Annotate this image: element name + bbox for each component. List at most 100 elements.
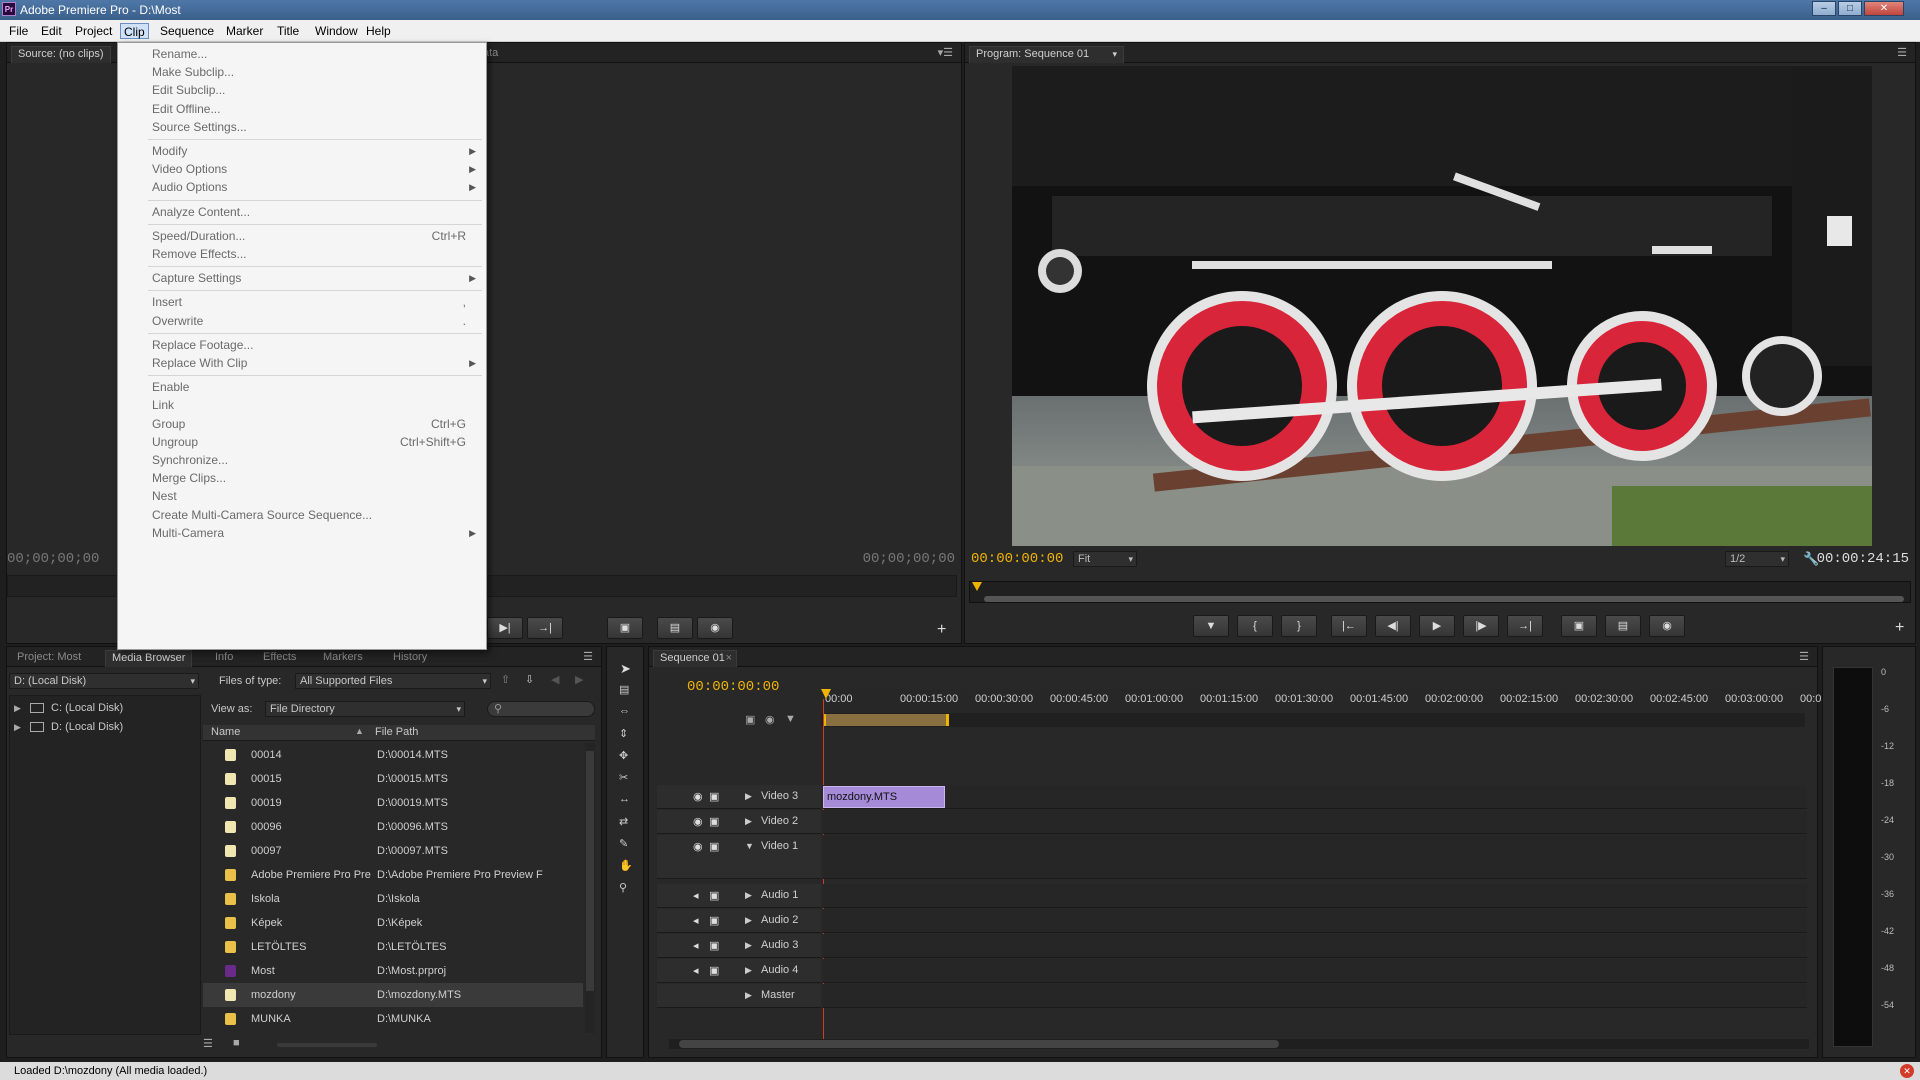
slide-tool-icon[interactable]: ⇄ [619, 815, 628, 828]
tab-info[interactable]: Info [209, 650, 239, 667]
track-lane[interactable] [823, 884, 1807, 908]
track-header-audio-3[interactable]: ◂ ▣ ▶ Audio 3 [657, 934, 821, 958]
source-timecode-in[interactable]: 00;00;00;00 [7, 551, 99, 567]
sync-lock-icon[interactable]: ▣ [709, 840, 719, 853]
resolution-select[interactable]: 1/2 ▾ [1725, 551, 1789, 567]
forward-icon[interactable]: ▶ [575, 673, 583, 686]
overwrite-button[interactable]: ▤ [657, 617, 693, 639]
menu-item-replace-with-clip[interactable]: Replace With Clip ▶ [118, 354, 486, 372]
tab-program[interactable]: Program: Sequence 01 ▾ [969, 46, 1124, 63]
pen-tool-icon[interactable]: ✎ [619, 837, 628, 850]
track-lane[interactable] [823, 934, 1807, 958]
track-lane[interactable] [823, 909, 1807, 933]
error-icon[interactable]: ✕ [1900, 1064, 1914, 1078]
menu-title[interactable]: Title [274, 23, 302, 39]
table-row[interactable]: Képek D:\Képek [203, 911, 583, 935]
search-input[interactable]: ⚲ [487, 701, 595, 717]
menu-item-nest[interactable]: Nest [118, 487, 486, 505]
speaker-icon[interactable]: ◂ [693, 914, 699, 927]
table-row[interactable]: Most D:\Most.prproj [203, 959, 583, 983]
timeline-hscroll[interactable] [669, 1039, 1809, 1049]
step-forward-button[interactable]: ▶| [487, 617, 523, 639]
zoom-tool-icon[interactable]: ⚲ [619, 881, 627, 894]
column-header-file-path[interactable]: File Path [375, 726, 418, 738]
track-lane[interactable] [823, 959, 1807, 983]
track-header-audio-2[interactable]: ◂ ▣ ▶ Audio 2 [657, 909, 821, 933]
tab-history[interactable]: History [387, 650, 433, 667]
go-to-in-button[interactable]: |← [1331, 615, 1367, 637]
menu-item-audio-options[interactable]: Audio Options ▶ [118, 178, 486, 196]
menu-help[interactable]: Help [363, 23, 394, 39]
rolling-edit-tool-icon[interactable]: ⇕ [619, 727, 628, 740]
play-button[interactable]: ▶ [1419, 615, 1455, 637]
files-of-type-select[interactable]: All Supported Files ▾ [295, 673, 491, 689]
menu-item-capture-settings[interactable]: Capture Settings ▶ [118, 269, 486, 287]
thumbnail-size-slider[interactable] [277, 1043, 377, 1047]
time-ruler[interactable]: 00:00 00:00:15:00 00:00:30:00 00:00:45:00 00… [821, 689, 1837, 711]
sync-lock-icon[interactable]: ▣ [709, 790, 719, 803]
speaker-icon[interactable]: ◂ [693, 889, 699, 902]
expand-icon[interactable]: ▼ [745, 841, 754, 851]
slip-tool-icon[interactable]: ↔ [619, 793, 630, 805]
menu-item-create-multi-camera-source-sequence[interactable]: Create Multi-Camera Source Sequence... [118, 506, 486, 524]
sync-lock-icon[interactable]: ▣ [709, 815, 719, 828]
maximize-icon[interactable]: □ [1838, 1, 1862, 16]
table-row[interactable]: 00097 D:\00097.MTS [203, 839, 583, 863]
menu-item-insert[interactable]: Insert, [118, 293, 486, 311]
menu-item-edit-offline[interactable]: Edit Offline... [118, 100, 486, 118]
mark-out-button[interactable]: } [1281, 615, 1317, 637]
track-lane[interactable] [823, 835, 1807, 879]
expand-icon[interactable]: ▶ [14, 722, 21, 732]
table-row[interactable]: 00014 D:\00014.MTS [203, 743, 583, 767]
menu-item-merge-clips[interactable]: Merge Clips... [118, 469, 486, 487]
expand-icon[interactable]: ▶ [745, 890, 752, 901]
keyframe-icon[interactable]: ◉ [765, 713, 775, 726]
expand-icon[interactable]: ▶ [14, 703, 21, 713]
export-frame-button[interactable]: ◉ [1649, 615, 1685, 637]
menu-item-remove-effects[interactable]: Remove Effects... [118, 245, 486, 263]
expand-icon[interactable]: ▶ [745, 965, 752, 976]
list-view-icon[interactable]: ☰ [203, 1037, 213, 1050]
sync-lock-icon[interactable]: ▣ [709, 889, 719, 902]
close-icon[interactable]: ✕ [1864, 1, 1904, 16]
table-row[interactable]: 00019 D:\00019.MTS [203, 791, 583, 815]
table-row[interactable]: mozdony D:\mozdony.MTS [203, 983, 583, 1007]
icon-view-icon[interactable]: ■ [233, 1037, 240, 1049]
menu-item-analyze-content[interactable]: Analyze Content... [118, 203, 486, 221]
panel-menu-icon[interactable]: ☰ [1897, 46, 1907, 59]
step-forward-button[interactable]: |▶ [1463, 615, 1499, 637]
menu-item-source-settings[interactable]: Source Settings... [118, 118, 486, 136]
track-select-tool-icon[interactable]: ▤ [619, 683, 629, 696]
rate-stretch-tool-icon[interactable]: ✥ [619, 749, 628, 762]
razor-tool-icon[interactable]: ✂ [619, 771, 628, 784]
table-row[interactable]: MUNKA D:\MUNKA [203, 1007, 583, 1031]
track-header-video-3[interactable]: ◉ ▣ ▶ Video 3 [657, 785, 821, 809]
menu-clip[interactable]: Clip [120, 23, 149, 39]
snap-icon[interactable]: ▣ [745, 713, 755, 726]
panel-menu-icon[interactable]: ☰ [583, 650, 593, 663]
timeline-clip[interactable]: mozdony.MTS [823, 786, 945, 808]
playhead-icon[interactable] [821, 689, 831, 699]
extract-button[interactable]: ▤ [1605, 615, 1641, 637]
tab-effects[interactable]: Effects [257, 650, 302, 667]
menu-edit[interactable]: Edit [38, 23, 65, 39]
add-button-icon[interactable]: + [1895, 619, 1904, 637]
menu-marker[interactable]: Marker [223, 23, 266, 39]
menu-item-overwrite[interactable]: Overwrite. [118, 312, 486, 330]
chevron-down-icon[interactable]: ▾ [1112, 47, 1117, 62]
expand-icon[interactable]: ▶ [745, 990, 752, 1001]
program-timecode-current[interactable]: 00:00:00:00 [971, 551, 1063, 567]
add-button-icon[interactable]: + [937, 621, 946, 639]
program-video-frame[interactable] [1012, 66, 1872, 546]
menu-window[interactable]: Window [312, 23, 361, 39]
drive-select[interactable]: D: (Local Disk) ▾ [9, 673, 199, 689]
playhead-icon[interactable] [972, 582, 982, 591]
expand-icon[interactable]: ▶ [745, 791, 752, 802]
selection-tool-icon[interactable]: ➤ [620, 661, 631, 677]
menu-item-multi-camera[interactable]: Multi-Camera ▶ [118, 524, 486, 542]
speaker-icon[interactable]: ◂ [693, 939, 699, 952]
menu-item-rename[interactable]: Rename... [118, 45, 486, 63]
arrow-down-icon[interactable]: ⇩ [525, 673, 534, 686]
menu-item-replace-footage[interactable]: Replace Footage... [118, 336, 486, 354]
ripple-edit-tool-icon[interactable]: ⇔ [619, 705, 630, 717]
